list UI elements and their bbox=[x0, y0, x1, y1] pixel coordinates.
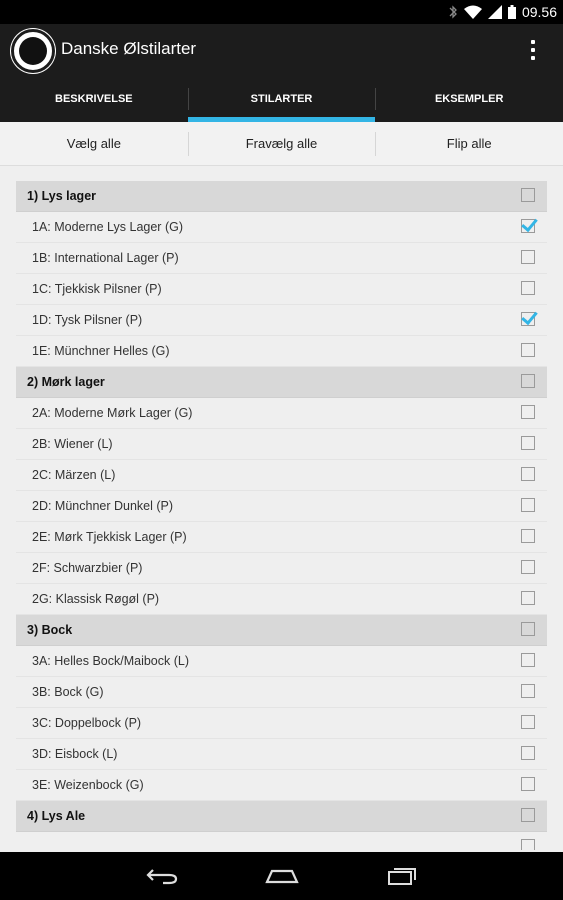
style-label: 3A: Helles Bock/Maibock (L) bbox=[32, 654, 190, 668]
logo-emblem bbox=[19, 37, 47, 65]
style-checkbox[interactable] bbox=[521, 746, 535, 760]
style-checkbox[interactable] bbox=[521, 653, 535, 667]
style-label: 1C: Tjekkisk Pilsner (P) bbox=[32, 282, 162, 296]
style-checkbox[interactable] bbox=[521, 312, 535, 326]
home-icon[interactable] bbox=[262, 862, 302, 890]
category-checkbox[interactable] bbox=[521, 622, 535, 636]
style-label: 2A: Moderne Mørk Lager (G) bbox=[32, 406, 193, 420]
style-item[interactable]: 1E: Münchner Helles (G) bbox=[16, 336, 547, 367]
style-item[interactable]: 2A: Moderne Mørk Lager (G) bbox=[16, 398, 547, 429]
style-checkbox[interactable] bbox=[521, 467, 535, 481]
style-checkbox[interactable] bbox=[521, 343, 535, 357]
style-checkbox[interactable] bbox=[521, 560, 535, 574]
style-checkbox[interactable] bbox=[521, 777, 535, 791]
style-label: 1A: Moderne Lys Lager (G) bbox=[32, 220, 183, 234]
category-checkbox[interactable] bbox=[521, 188, 535, 202]
battery-icon bbox=[507, 5, 516, 19]
category-label: 3) Bock bbox=[27, 623, 73, 637]
style-label: 2B: Wiener (L) bbox=[32, 437, 113, 451]
style-label: 3B: Bock (G) bbox=[32, 685, 104, 699]
action-bar: Danske Ølstilarter bbox=[0, 24, 563, 76]
category-header[interactable]: 4) Lys Ale bbox=[16, 801, 547, 832]
deselect-all-button[interactable]: Fravælg alle bbox=[187, 122, 376, 165]
style-item[interactable]: 1C: Tjekkisk Pilsner (P) bbox=[16, 274, 547, 305]
style-item[interactable]: 3C: Doppelbock (P) bbox=[16, 708, 547, 739]
category-label: 4) Lys Ale bbox=[27, 809, 86, 823]
style-item[interactable]: 3A: Helles Bock/Maibock (L) bbox=[16, 646, 547, 677]
back-icon[interactable] bbox=[142, 862, 182, 890]
style-item[interactable] bbox=[16, 832, 547, 850]
flip-all-button[interactable]: Flip alle bbox=[375, 122, 563, 165]
style-checkbox[interactable] bbox=[521, 715, 535, 729]
style-item[interactable]: 1D: Tysk Pilsner (P) bbox=[16, 305, 547, 336]
category-checkbox[interactable] bbox=[521, 374, 535, 388]
style-item[interactable]: 2B: Wiener (L) bbox=[16, 429, 547, 460]
style-label: 1B: International Lager (P) bbox=[32, 251, 179, 265]
style-checkbox[interactable] bbox=[521, 529, 535, 543]
bluetooth-icon bbox=[449, 5, 457, 19]
signal-icon bbox=[487, 5, 502, 19]
style-item[interactable]: 2F: Schwarzbier (P) bbox=[16, 553, 547, 584]
category-header[interactable]: 1) Lys lager bbox=[16, 181, 547, 212]
style-item[interactable]: 3B: Bock (G) bbox=[16, 677, 547, 708]
style-label: 2F: Schwarzbier (P) bbox=[32, 561, 143, 575]
style-checkbox[interactable] bbox=[521, 436, 535, 450]
selection-actions: Vælg alle Fravælg alle Flip alle bbox=[0, 122, 563, 166]
style-list[interactable]: 1) Lys lager 1A: Moderne Lys Lager (G) 1B:… bbox=[16, 181, 547, 850]
navigation-bar bbox=[0, 852, 563, 900]
recent-apps-icon[interactable] bbox=[382, 862, 422, 890]
category-header[interactable]: 2) Mørk lager bbox=[16, 367, 547, 398]
style-item[interactable]: 3E: Weizenbock (G) bbox=[16, 770, 547, 801]
style-item[interactable]: 1B: International Lager (P) bbox=[16, 243, 547, 274]
overflow-menu-icon[interactable] bbox=[525, 38, 541, 62]
style-checkbox[interactable] bbox=[521, 405, 535, 419]
style-label: 3D: Eisbock (L) bbox=[32, 747, 118, 761]
wifi-icon bbox=[463, 5, 482, 19]
category-label: 1) Lys lager bbox=[27, 189, 97, 203]
select-all-button[interactable]: Vælg alle bbox=[0, 122, 188, 165]
style-label: 1E: Münchner Helles (G) bbox=[32, 344, 170, 358]
style-label: 2D: Münchner Dunkel (P) bbox=[32, 499, 174, 513]
style-item[interactable]: 2E: Mørk Tjekkisk Lager (P) bbox=[16, 522, 547, 553]
style-item[interactable]: 1A: Moderne Lys Lager (G) bbox=[16, 212, 547, 243]
app-title: Danske Ølstilarter bbox=[61, 39, 197, 58]
status-icons: 09.56 bbox=[448, 0, 557, 24]
style-checkbox[interactable] bbox=[521, 839, 535, 850]
style-checkbox[interactable] bbox=[521, 281, 535, 295]
style-label: 3E: Weizenbock (G) bbox=[32, 778, 144, 792]
style-label: 3C: Doppelbock (P) bbox=[32, 716, 142, 730]
status-bar: 09.56 bbox=[0, 0, 563, 24]
tab-eksempler[interactable]: EKSEMPLER bbox=[375, 76, 563, 122]
style-label: 2G: Klassisk Røgøl (P) bbox=[32, 592, 160, 606]
status-time: 09.56 bbox=[521, 4, 557, 20]
style-item[interactable]: 2C: Märzen (L) bbox=[16, 460, 547, 491]
category-header[interactable]: 3) Bock bbox=[16, 615, 547, 646]
style-checkbox[interactable] bbox=[521, 591, 535, 605]
style-item[interactable]: 3D: Eisbock (L) bbox=[16, 739, 547, 770]
style-label: 2C: Märzen (L) bbox=[32, 468, 116, 482]
style-item[interactable]: 2D: Münchner Dunkel (P) bbox=[16, 491, 547, 522]
category-label: 2) Mørk lager bbox=[27, 375, 105, 389]
app-logo[interactable] bbox=[11, 29, 55, 73]
style-checkbox[interactable] bbox=[521, 219, 535, 233]
tab-stilarter[interactable]: STILARTER bbox=[187, 76, 376, 122]
category-checkbox[interactable] bbox=[521, 808, 535, 822]
style-checkbox[interactable] bbox=[521, 684, 535, 698]
style-label: 2E: Mørk Tjekkisk Lager (P) bbox=[32, 530, 187, 544]
style-label: 1D: Tysk Pilsner (P) bbox=[32, 313, 143, 327]
tab-bar: BESKRIVELSE STILARTER EKSEMPLER bbox=[0, 76, 563, 122]
style-item[interactable]: 2G: Klassisk Røgøl (P) bbox=[16, 584, 547, 615]
style-checkbox[interactable] bbox=[521, 498, 535, 512]
tab-beskrivelse[interactable]: BESKRIVELSE bbox=[0, 76, 188, 122]
style-checkbox[interactable] bbox=[521, 250, 535, 264]
